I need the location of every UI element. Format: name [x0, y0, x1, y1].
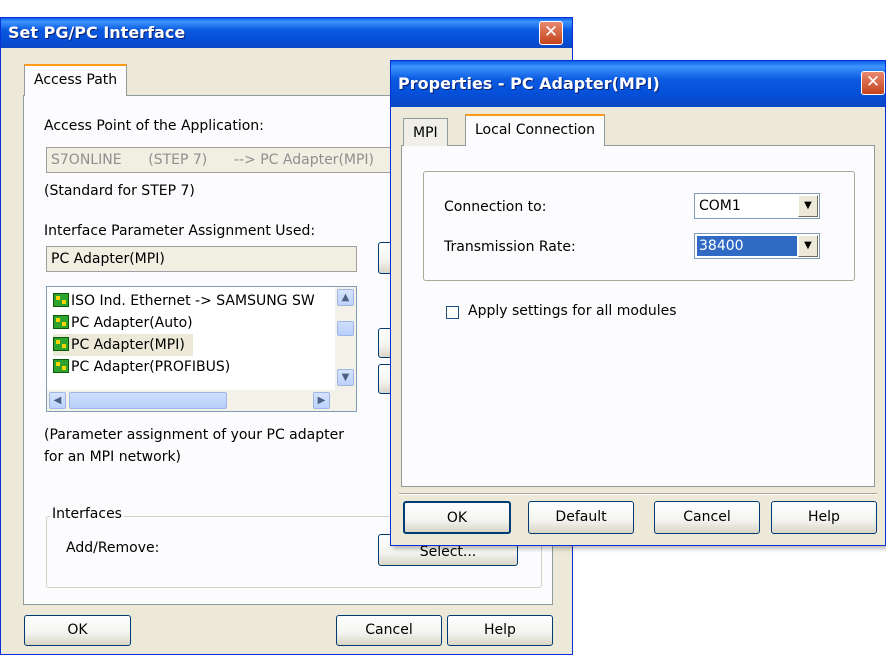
- network-adapter-icon: [53, 359, 69, 373]
- list-item-label: ISO Ind. Ethernet -> SAMSUNG SW: [71, 293, 315, 309]
- scroll-down-icon[interactable]: ▼: [337, 369, 354, 386]
- list-item[interactable]: ISO Ind. Ethernet -> SAMSUNG SW: [53, 290, 315, 312]
- tab-mpi[interactable]: MPI: [403, 118, 448, 146]
- interfaces-group-title: Interfaces: [50, 506, 124, 522]
- set-pgpc-title: Set PG/PC Interface: [8, 23, 186, 42]
- tab-mpi-label: MPI: [413, 125, 438, 141]
- network-adapter-icon: [53, 337, 69, 351]
- add-remove-label: Add/Remove:: [66, 540, 160, 556]
- interface-param-label: Interface Parameter Assignment Used:: [44, 223, 316, 239]
- properties-cancel-button[interactable]: Cancel: [654, 501, 760, 534]
- connection-group: [423, 171, 855, 281]
- properties-help-label: Help: [808, 509, 840, 525]
- list-item[interactable]: PC Adapter(Auto): [53, 312, 193, 334]
- description-line-2: for an MPI network): [44, 449, 182, 465]
- list-item-label: PC Adapter(Auto): [71, 315, 193, 331]
- cancel-button[interactable]: Cancel: [336, 615, 442, 646]
- default-button-label: Default: [555, 509, 607, 525]
- tab-local-connection[interactable]: Local Connection: [465, 114, 605, 146]
- apply-settings-label[interactable]: Apply settings for all modules: [468, 303, 677, 319]
- access-point-value: S7ONLINE (STEP 7) --> PC Adapter(MPI): [51, 152, 375, 168]
- horizontal-scroll-thumb[interactable]: [69, 392, 227, 409]
- tab-access-path-label: Access Path: [34, 72, 118, 88]
- network-adapter-icon: [53, 315, 69, 329]
- tab-local-connection-label: Local Connection: [475, 122, 595, 138]
- default-button[interactable]: Default: [528, 501, 634, 534]
- local-connection-panel: Connection to: COM1 ▼ Transmission Rate:…: [401, 145, 875, 487]
- horizontal-scrollbar[interactable]: ◀ ▶: [47, 390, 356, 411]
- help-button-label: Help: [484, 622, 516, 638]
- ok-button-label: OK: [67, 622, 88, 638]
- set-pgpc-title-bar[interactable]: Set PG/PC Interface: [1, 18, 572, 48]
- scroll-up-icon[interactable]: ▲: [337, 289, 354, 306]
- properties-title-bar[interactable]: Properties - PC Adapter(MPI): [391, 61, 885, 107]
- network-adapter-icon: [53, 293, 69, 307]
- properties-ok-button[interactable]: OK: [403, 501, 511, 534]
- standard-note: (Standard for STEP 7): [44, 183, 195, 199]
- list-item-label: PC Adapter(PROFIBUS): [71, 359, 231, 375]
- properties-title: Properties - PC Adapter(MPI): [398, 74, 660, 93]
- properties-ok-label: OK: [446, 510, 468, 526]
- access-point-label: Access Point of the Application:: [44, 118, 264, 134]
- interface-list[interactable]: ISO Ind. Ethernet -> SAMSUNG SW PC Adapt…: [46, 286, 357, 412]
- connection-to-value: COM1: [699, 198, 741, 214]
- vertical-scroll-thumb[interactable]: [337, 321, 354, 336]
- chevron-down-icon[interactable]: ▼: [798, 195, 818, 217]
- vertical-scrollbar[interactable]: ▲ ▼: [335, 287, 356, 390]
- scroll-right-icon[interactable]: ▶: [313, 392, 330, 409]
- interface-param-field[interactable]: PC Adapter(MPI): [46, 246, 357, 272]
- description-line-1: (Parameter assignment of your PC adapter: [44, 427, 344, 443]
- transmission-rate-value: 38400: [697, 236, 797, 256]
- list-item[interactable]: PC Adapter(PROFIBUS): [53, 356, 230, 378]
- button-separator: [399, 493, 877, 495]
- apply-settings-checkbox[interactable]: [446, 306, 459, 319]
- list-item-selected[interactable]: PC Adapter(MPI): [53, 334, 193, 356]
- list-item-label: PC Adapter(MPI): [71, 337, 185, 353]
- scroll-left-icon[interactable]: ◀: [49, 392, 66, 409]
- connection-to-dropdown[interactable]: COM1 ▼: [694, 193, 820, 219]
- access-point-field[interactable]: S7ONLINE (STEP 7) --> PC Adapter(MPI): [46, 147, 406, 173]
- properties-cancel-label: Cancel: [683, 509, 731, 525]
- properties-dialog: Properties - PC Adapter(MPI) ✕ MPI Local…: [390, 60, 886, 546]
- select-button-label: Select...: [419, 544, 477, 560]
- connection-to-label: Connection to:: [444, 199, 547, 215]
- properties-help-button[interactable]: Help: [771, 501, 877, 534]
- interface-param-value: PC Adapter(MPI): [51, 251, 165, 267]
- close-icon[interactable]: ✕: [539, 21, 563, 45]
- cancel-button-label: Cancel: [365, 622, 413, 638]
- ok-button[interactable]: OK: [24, 615, 131, 646]
- tab-access-path[interactable]: Access Path: [24, 64, 128, 96]
- properties-close-icon[interactable]: ✕: [861, 71, 885, 95]
- transmission-rate-label: Transmission Rate:: [444, 239, 576, 255]
- help-button[interactable]: Help: [447, 615, 553, 646]
- chevron-down-icon[interactable]: ▼: [798, 235, 818, 257]
- transmission-rate-dropdown[interactable]: 38400 ▼: [694, 233, 820, 259]
